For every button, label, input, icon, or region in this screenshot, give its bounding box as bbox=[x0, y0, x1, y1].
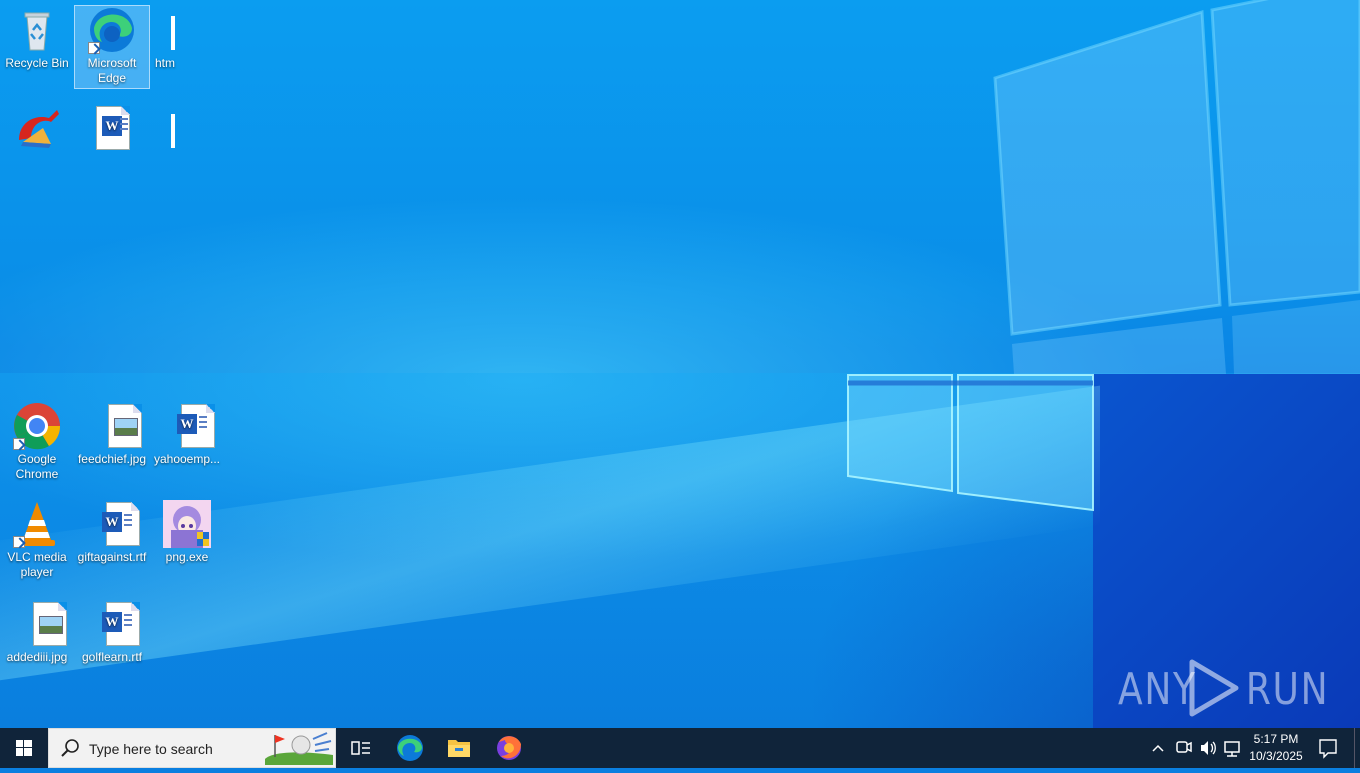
vlc-cone-icon bbox=[13, 500, 61, 548]
desktop-icon-recycle-bin[interactable]: Recycle Bin bbox=[0, 6, 74, 86]
anime-image-exe-icon bbox=[163, 500, 211, 548]
shortcut-arrow-icon bbox=[88, 42, 100, 54]
shortcut-arrow-icon bbox=[13, 536, 25, 548]
meet-now-icon[interactable] bbox=[1174, 728, 1194, 768]
taskbar-file-explorer-button[interactable] bbox=[435, 728, 483, 768]
document-lines bbox=[124, 614, 132, 629]
shortcut-arrow-icon bbox=[13, 438, 25, 450]
clock-time[interactable]: 5:17 PM bbox=[1246, 732, 1306, 746]
image-file-icon bbox=[88, 402, 142, 450]
desktop-icon-label: giftagainst.rtf bbox=[77, 550, 147, 564]
volume-icon[interactable] bbox=[1198, 728, 1218, 768]
taskbar: Type here to search 5:17 PM 10/3/2025 bbox=[0, 728, 1360, 768]
word-badge: W bbox=[102, 512, 122, 532]
word-document-icon: W bbox=[163, 402, 215, 450]
desktop-icon-label: Google Chrome bbox=[15, 452, 59, 481]
golf-search-highlight-icon bbox=[265, 732, 333, 765]
image-file-icon bbox=[13, 600, 67, 648]
desktop-icon-htm[interactable]: htm bbox=[150, 6, 180, 86]
taskbar-firefox-button[interactable] bbox=[485, 728, 533, 768]
document-lines bbox=[120, 118, 128, 133]
recycle-bin-icon bbox=[13, 6, 61, 54]
desktop-icon-label: feedchief.jpg bbox=[77, 452, 147, 466]
windows-logo-wallpaper bbox=[847, 0, 1360, 512]
folder-icon bbox=[448, 740, 470, 757]
desktop-icon-label: VLC media player bbox=[7, 550, 67, 579]
desktop-icon-word-doc[interactable]: W bbox=[75, 104, 149, 154]
desktop-icon-ccleaner[interactable] bbox=[0, 104, 74, 154]
show-desktop-button[interactable] bbox=[1354, 728, 1360, 768]
file-icon bbox=[150, 104, 180, 152]
windows-start-icon bbox=[16, 740, 32, 756]
desktop-icon-label: Recycle Bin bbox=[5, 56, 69, 70]
desktop-wallpaper bbox=[0, 0, 1360, 728]
desktop-icon-label: Microsoft Edge bbox=[87, 56, 137, 85]
document-lines bbox=[124, 514, 132, 529]
word-document-icon: W bbox=[88, 500, 140, 548]
desktop-icon-yahooemp[interactable]: W yahooemp... bbox=[150, 402, 224, 472]
ccleaner-icon bbox=[13, 104, 61, 152]
word-badge: W bbox=[102, 612, 122, 632]
search-icon bbox=[61, 739, 79, 757]
desktop-icon-label: addediii.jpg bbox=[6, 650, 68, 664]
search-placeholder: Type here to search bbox=[89, 741, 213, 757]
task-view-icon bbox=[351, 741, 370, 755]
taskbar-search-box[interactable]: Type here to search bbox=[48, 728, 336, 768]
desktop-icon-png-exe[interactable]: png.exe bbox=[150, 500, 224, 570]
clock-date[interactable]: 10/3/2025 bbox=[1246, 749, 1306, 763]
word-badge: W bbox=[102, 116, 122, 136]
network-icon[interactable] bbox=[1222, 728, 1242, 768]
desktop-icon-label: yahooemp... bbox=[153, 452, 221, 466]
file-icon bbox=[150, 6, 180, 54]
desktop-icon-microsoft-edge[interactable]: Microsoft Edge bbox=[74, 5, 150, 89]
desktop-icon-golflearn[interactable]: W golflearn.rtf bbox=[75, 600, 149, 670]
start-button[interactable] bbox=[0, 728, 48, 768]
chrome-icon bbox=[13, 402, 61, 450]
image-thumbnail bbox=[114, 418, 138, 436]
word-document-icon: W bbox=[88, 104, 136, 152]
desktop-icon-label: golflearn.rtf bbox=[81, 650, 143, 664]
edge-icon bbox=[397, 735, 423, 761]
desktop-icon-google-chrome[interactable]: Google Chrome bbox=[0, 402, 74, 484]
taskbar-edge-button[interactable] bbox=[386, 728, 434, 768]
word-badge: W bbox=[177, 414, 197, 434]
image-thumbnail bbox=[39, 616, 63, 634]
edge-icon bbox=[88, 6, 136, 54]
desktop-icon-partial[interactable] bbox=[150, 104, 180, 154]
desktop-icon-addediii[interactable]: addediii.jpg bbox=[0, 600, 74, 670]
task-view-button[interactable] bbox=[336, 728, 384, 768]
notification-center-icon[interactable] bbox=[1316, 728, 1340, 768]
firefox-icon bbox=[497, 736, 521, 760]
desktop-icon-label: png.exe bbox=[165, 550, 209, 564]
watermark-text: ANY RUN bbox=[1118, 664, 1330, 715]
desktop-icon-vlc[interactable]: VLC media player bbox=[0, 500, 74, 582]
word-document-icon: W bbox=[88, 600, 140, 648]
desktop-icon-giftagainst[interactable]: W giftagainst.rtf bbox=[75, 500, 149, 570]
desktop-icon-label: htm bbox=[154, 56, 175, 70]
partial-file-icon bbox=[171, 16, 175, 50]
partial-file-icon bbox=[171, 114, 175, 148]
chevron-up-icon[interactable] bbox=[1150, 728, 1166, 768]
document-lines bbox=[199, 416, 207, 431]
desktop-icon-feedchief[interactable]: feedchief.jpg bbox=[75, 402, 149, 472]
anyrun-watermark: ANY RUN bbox=[1118, 656, 1330, 720]
